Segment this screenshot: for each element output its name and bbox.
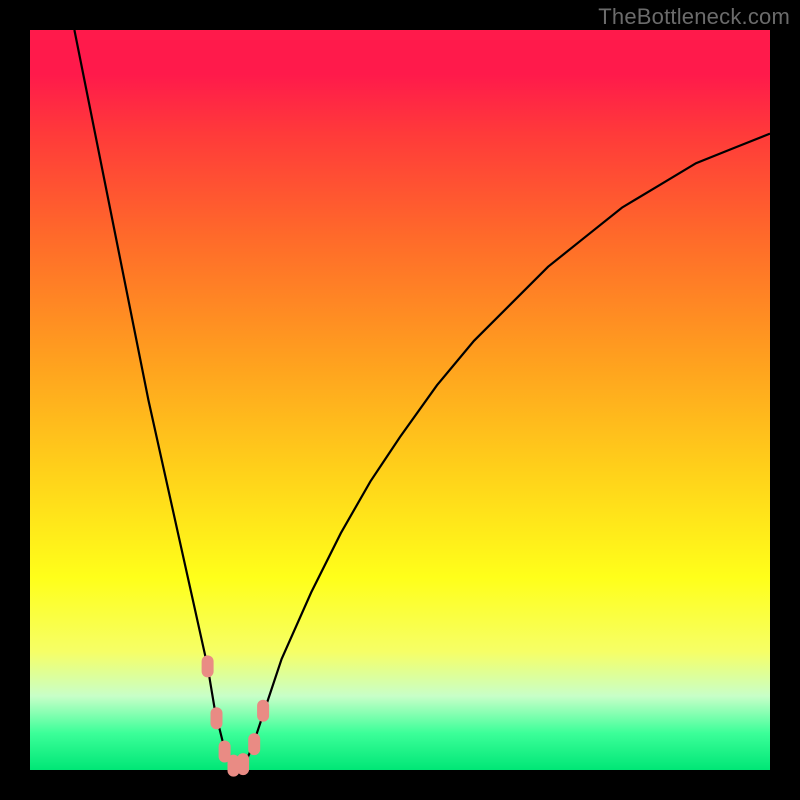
marker-group (202, 655, 270, 776)
curve-marker (248, 733, 260, 755)
watermark-text: TheBottleneck.com (598, 4, 790, 30)
curve-marker (237, 753, 249, 775)
bottleneck-curve-path (74, 30, 770, 766)
chart-frame: TheBottleneck.com (0, 0, 800, 800)
curve-marker (202, 655, 214, 677)
curve-marker (211, 707, 223, 729)
chart-svg (0, 0, 800, 800)
curve-marker (257, 700, 269, 722)
